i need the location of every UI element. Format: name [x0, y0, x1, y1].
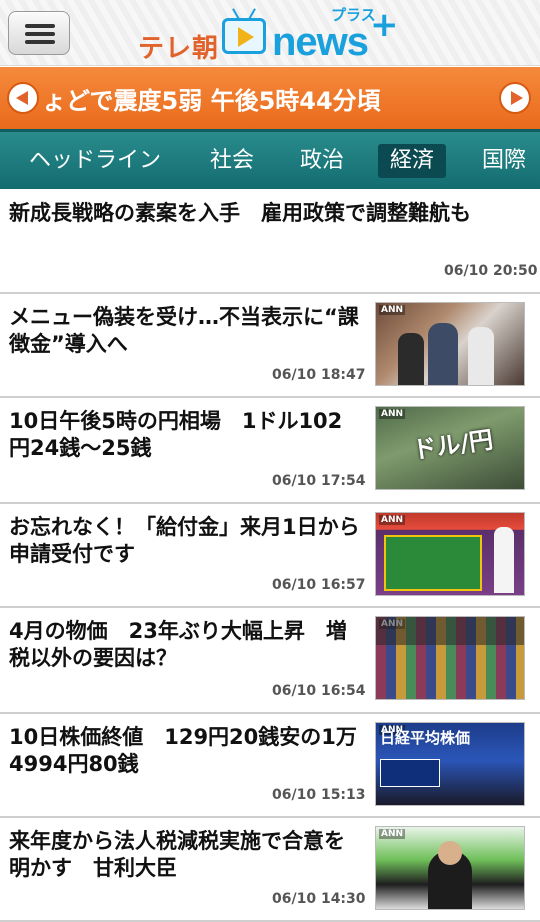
arrow-right-icon [511, 91, 523, 105]
item-time: 06/10 18:47 [272, 367, 366, 383]
app-logo: テレ朝 news プラス + [138, 5, 408, 64]
category-tabs: ヘッドライン 社会 政治 経済 国際 [0, 129, 540, 189]
item-time: 06/10 16:57 [272, 577, 366, 593]
arrow-left-icon [16, 91, 28, 105]
tab-society[interactable]: 社会 [200, 144, 264, 178]
item-headline: 4月の物価 23年ぶり大幅上昇 増税以外の要因は？ [9, 619, 347, 670]
item-thumbnail: ANN 日経平均株価 [375, 722, 525, 806]
tab-headline[interactable]: ヘッドライン [22, 144, 168, 178]
item-time: 06/10 14:30 [272, 891, 366, 907]
list-item[interactable]: メニュー偽装を受け…不当表示に“課徴金”導入へ 06/10 18:47 ANN [0, 294, 540, 398]
tab-economy[interactable]: 経済 [378, 144, 446, 178]
item-thumbnail: ANN [375, 826, 525, 910]
logo-plus-mark: + [370, 5, 399, 45]
item-thumbnail: ANN [375, 616, 525, 700]
thumbnail-caption: 日経平均株価 [380, 729, 471, 747]
list-item[interactable]: 10日午後5時の円相場 1ドル102円24銭～25銭 06/10 17:54 A… [0, 398, 540, 504]
ticker-prev-button[interactable] [7, 82, 39, 114]
item-time: 06/10 17:54 [272, 473, 366, 489]
item-time: 06/10 16:54 [272, 683, 366, 699]
channel-logo: ANN [379, 829, 406, 839]
item-headline: お忘れなく！「給付金」来月1日から申請受付です [9, 515, 360, 566]
channel-logo: ANN [379, 305, 406, 315]
item-time: 06/10 15:13 [272, 787, 366, 803]
channel-logo: ANN [379, 409, 406, 419]
breaking-news-ticker[interactable]: ょどで震度5弱 午後5時44分頃 [0, 67, 540, 129]
tab-politics[interactable]: 政治 [290, 144, 354, 178]
ticker-next-button[interactable] [499, 82, 531, 114]
tv-icon [222, 18, 266, 54]
list-item[interactable]: 10日株価終値 129円20銭安の1万4994円80銭 06/10 15:13 … [0, 714, 540, 818]
channel-logo: ANN [379, 515, 406, 525]
list-item[interactable]: 4月の物価 23年ぶり大幅上昇 増税以外の要因は？ 06/10 16:54 AN… [0, 608, 540, 714]
item-headline: 来年度から法人税減税実施で合意を明かす 甘利大臣 [9, 829, 345, 880]
ticker-text[interactable]: ょどで震度5弱 午後5時44分頃 [42, 81, 381, 116]
item-thumbnail: ANN [375, 302, 525, 386]
app-header: テレ朝 news プラス + [0, 0, 540, 66]
thumbnail-caption: ドル/円 [410, 425, 495, 465]
list-item[interactable]: お忘れなく！「給付金」来月1日から申請受付です 06/10 16:57 ANN [0, 504, 540, 608]
logo-news: news [272, 20, 369, 64]
item-thumbnail: ANN [375, 512, 525, 596]
hamburger-icon [25, 24, 55, 44]
item-headline: 新成長戦略の素案を入手 雇用政策で調整難航も [9, 201, 471, 225]
logo-plus-text: プラス [331, 6, 376, 24]
menu-button[interactable] [8, 11, 70, 55]
item-headline: メニュー偽装を受け…不当表示に“課徴金”導入へ [9, 305, 359, 356]
list-item[interactable]: 来年度から法人税減税実施で合意を明かす 甘利大臣 06/10 14:30 ANN [0, 818, 540, 922]
item-time: 06/10 20:50 [444, 263, 538, 279]
item-thumbnail: ANN ドル/円 [375, 406, 525, 490]
item-headline: 10日午後5時の円相場 1ドル102円24銭～25銭 [9, 409, 343, 460]
item-headline: 10日株価終値 129円20銭安の1万4994円80銭 [9, 725, 357, 776]
tab-international[interactable]: 国際 [472, 144, 536, 178]
logo-tere: テレ朝 [138, 34, 220, 64]
list-item[interactable]: 新成長戦略の素案を入手 雇用政策で調整難航も 06/10 20:50 [0, 190, 540, 294]
